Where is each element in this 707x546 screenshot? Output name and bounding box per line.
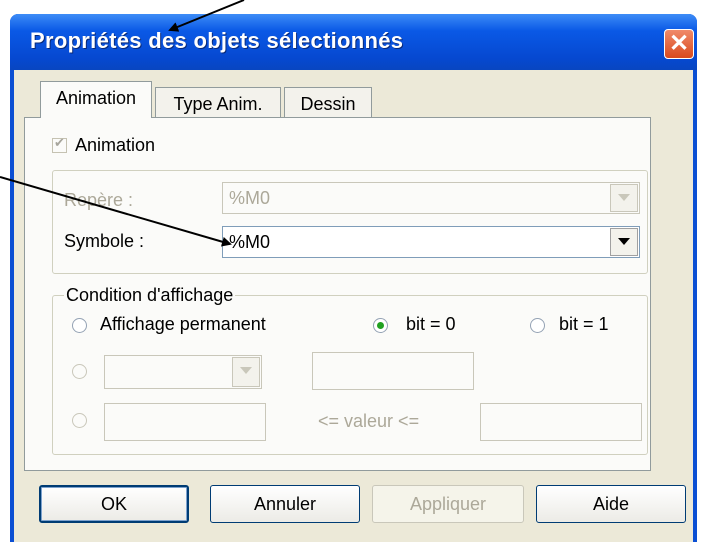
tab-animation[interactable]: Animation: [40, 81, 152, 118]
arrow-annotation: [168, 0, 245, 32]
tab-label: Animation: [55, 88, 137, 108]
arrow-annotation: [0, 176, 232, 247]
